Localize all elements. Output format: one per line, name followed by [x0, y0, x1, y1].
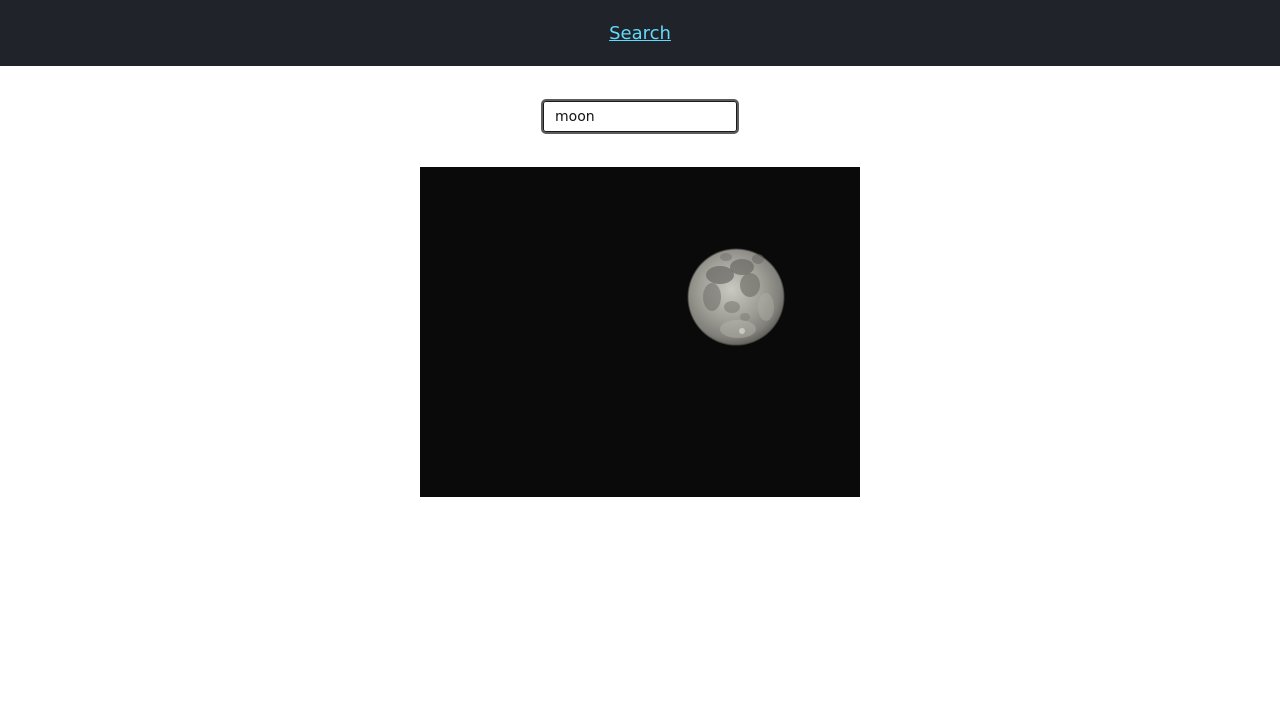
- search-nav-link[interactable]: Search: [609, 23, 671, 44]
- search-input[interactable]: [541, 99, 739, 134]
- moon-photo: [420, 167, 860, 497]
- top-nav-bar: Search: [0, 0, 1280, 66]
- search-result-image: [420, 167, 860, 497]
